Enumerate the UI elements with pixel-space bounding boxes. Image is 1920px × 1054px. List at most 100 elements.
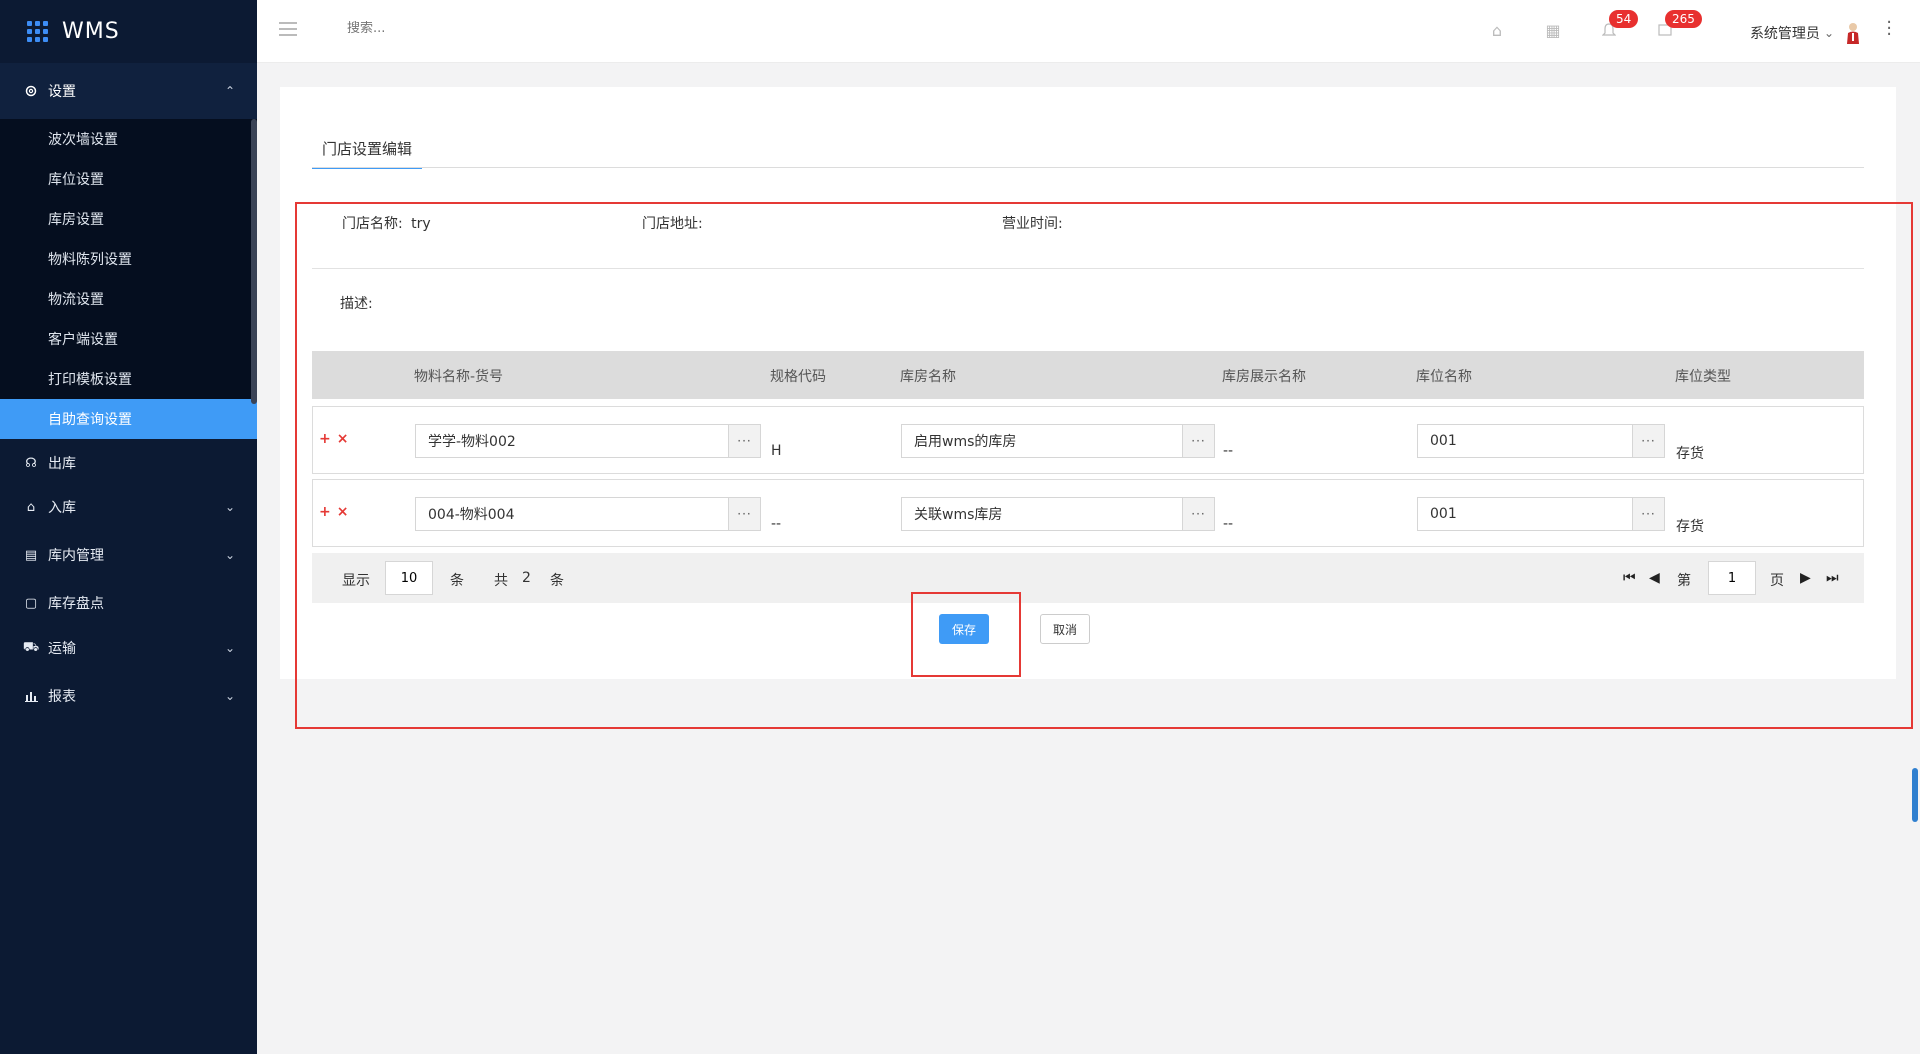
add-row-button[interactable]: + (319, 504, 331, 520)
save-button[interactable]: 保存 (939, 614, 989, 644)
material-picker-button[interactable]: ··· (728, 498, 760, 530)
sidebar-item-location[interactable]: 库位设置 (0, 159, 257, 199)
remove-row-button[interactable]: × (337, 504, 349, 520)
location-input[interactable] (1418, 498, 1632, 530)
description-label: 描述: (340, 296, 373, 312)
chevron-down-icon: ⌄ (1823, 26, 1834, 40)
sidebar-item-label: 入库 (48, 500, 76, 516)
location-type-value: 存货 (1676, 446, 1704, 462)
warehouse-input[interactable] (902, 498, 1182, 530)
home-icon: ⌂ (26, 499, 36, 515)
prev-page-icon[interactable]: ◀ (1649, 570, 1660, 586)
search-input[interactable] (347, 21, 647, 36)
sidebar-item-outbound[interactable]: ☊ 出库 (0, 441, 257, 485)
sidebar: WMS 设置 ⌃ 波次墙设置 库位设置 库房设置 物料陈列设置 物流设置 客户端… (0, 0, 257, 1054)
last-page-icon[interactable]: ⏭ (1826, 570, 1839, 586)
next-page-icon[interactable]: ▶ (1800, 570, 1811, 586)
column-header-location: 库位名称 (1416, 369, 1472, 385)
sidebar-item-inventory-management[interactable]: ▤ 库内管理 ⌄ (0, 529, 257, 581)
sidebar-item-wave-wall[interactable]: 波次墙设置 (0, 119, 257, 159)
brand[interactable]: WMS (0, 0, 257, 63)
avatar (1847, 23, 1859, 44)
sidebar-group-settings[interactable]: 设置 ⌃ (0, 63, 257, 119)
sidebar-item-label: 报表 (48, 689, 76, 705)
table-row: +× ··· H ··· -- ··· 存货 (312, 406, 1864, 474)
location-field[interactable]: ··· (1417, 424, 1665, 458)
add-row-button[interactable]: + (319, 431, 331, 447)
location-type-value: 存货 (1676, 519, 1704, 535)
page-suffix: 页 (1770, 573, 1784, 589)
business-hours-label: 营业时间: (1002, 216, 1063, 232)
bell-icon[interactable]: 54 (1599, 10, 1639, 40)
tab-divider (312, 167, 1864, 168)
warehouse-picker-button[interactable]: ··· (1182, 425, 1214, 457)
store-name-field: 门店名称: try (342, 213, 431, 233)
tab-store-settings-edit[interactable]: 门店设置编辑 (312, 138, 423, 169)
page-size-unit: 条 (450, 573, 464, 589)
remove-row-button[interactable]: × (337, 431, 349, 447)
gear-icon (24, 84, 38, 98)
column-header-spec: 规格代码 (770, 369, 826, 385)
location-field[interactable]: ··· (1417, 497, 1665, 531)
location-picker-button[interactable]: ··· (1632, 498, 1664, 530)
page-prefix: 第 (1677, 573, 1691, 589)
pagination: 显示 条 共 2 条 ⏮ ◀ 第 页 ▶ ⏭ (312, 553, 1864, 603)
spec-value: H (771, 443, 782, 459)
sidebar-item-inbound[interactable]: ⌂ 入库 ⌄ (0, 485, 257, 529)
sidebar-item-print-template[interactable]: 打印模板设置 (0, 359, 257, 399)
divider (312, 268, 1864, 269)
chevron-down-icon: ⌄ (224, 548, 235, 562)
location-input[interactable] (1418, 425, 1632, 457)
grid-icon[interactable]: ▦ (1543, 20, 1563, 40)
warehouse-field[interactable]: ··· (901, 497, 1215, 531)
material-field[interactable]: ··· (415, 497, 761, 531)
truck-icon: ⛟ (22, 639, 40, 655)
sidebar-item-self-query[interactable]: 自助查询设置 (0, 399, 257, 439)
home-icon[interactable]: ⌂ (1487, 20, 1507, 40)
page-size-label: 显示 (342, 573, 370, 589)
sidebar-scrollbar[interactable] (251, 119, 257, 404)
total-count: 2 (522, 570, 531, 586)
user-menu[interactable]: 系统管理员 ⌄ (1750, 22, 1860, 44)
row-actions: + × (319, 431, 354, 447)
chevron-down-icon: ⌄ (224, 641, 235, 655)
topbar: ⌂ ▦ 54 265 系统管理员 ⌄ ··· (257, 0, 1920, 63)
menu-toggle-icon[interactable] (279, 22, 297, 36)
sidebar-item-label: 出库 (48, 456, 76, 472)
page-size-input[interactable] (385, 561, 433, 595)
notifications-badge: 54 (1609, 10, 1639, 28)
warehouse-picker-button[interactable]: ··· (1182, 498, 1214, 530)
sidebar-group-label: 设置 (48, 84, 76, 100)
sidebar-item-client[interactable]: 客户端设置 (0, 319, 257, 359)
chevron-down-icon: ⌄ (224, 500, 235, 514)
sidebar-item-warehouse[interactable]: 库房设置 (0, 199, 257, 239)
location-picker-button[interactable]: ··· (1632, 425, 1664, 457)
material-picker-button[interactable]: ··· (728, 425, 760, 457)
column-header-material: 物料名称-货号 (414, 369, 504, 385)
sidebar-item-stocktaking[interactable]: ▢ 库存盘点 (0, 581, 257, 625)
sidebar-item-label: 运输 (48, 641, 76, 657)
material-input[interactable] (416, 498, 728, 530)
sidebar-item-transport[interactable]: ⛟ 运输 ⌄ (0, 625, 257, 671)
sidebar-item-material-display[interactable]: 物料陈列设置 (0, 239, 257, 279)
first-page-icon[interactable]: ⏮ (1623, 570, 1636, 586)
column-header-warehouse: 库房名称 (900, 369, 956, 385)
warehouse-input[interactable] (902, 425, 1182, 457)
material-input[interactable] (416, 425, 728, 457)
sidebar-item-logistics[interactable]: 物流设置 (0, 279, 257, 319)
sidebar-item-reports[interactable]: 报表 ⌄ (0, 671, 257, 721)
clipboard-icon: ▢ (24, 595, 38, 611)
user-name: 系统管理员 (1749, 26, 1820, 42)
warehouse-display-value: -- (1223, 443, 1234, 459)
store-name-value: try (411, 216, 431, 232)
current-page-input[interactable] (1708, 561, 1756, 595)
material-field[interactable]: ··· (415, 424, 761, 458)
page-scrollbar[interactable] (1912, 768, 1918, 822)
apps-grid-icon (27, 21, 48, 42)
warehouse-icon: ▤ (24, 547, 38, 563)
message-icon[interactable]: 265 (1655, 10, 1702, 40)
warehouse-field[interactable]: ··· (901, 424, 1215, 458)
table-row: +× ··· -- ··· -- ··· 存货 (312, 479, 1864, 547)
cancel-button[interactable]: 取消 (1040, 614, 1090, 644)
more-vertical-icon[interactable]: · · · (1886, 14, 1892, 44)
